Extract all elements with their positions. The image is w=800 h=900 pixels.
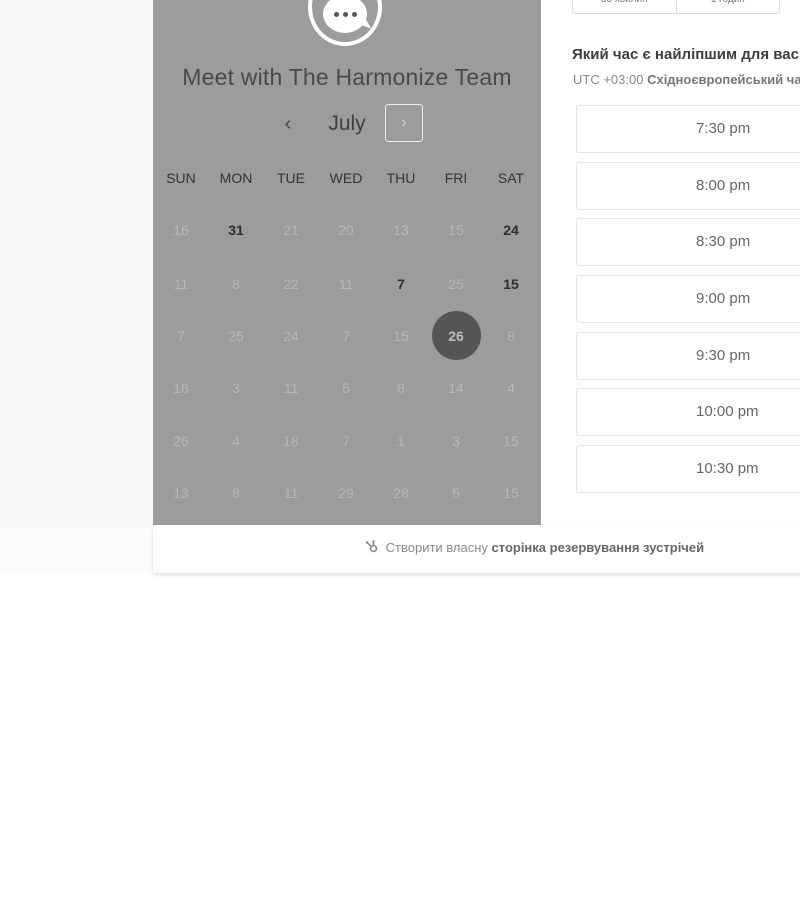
timezone-selector[interactable]: UTC +03:00 Східноєвропейський час (573, 72, 800, 87)
calendar-day: 21 (283, 222, 299, 238)
calendar-day: 8 (507, 328, 515, 344)
calendar-day: 15 (448, 222, 464, 238)
time-slot-button[interactable]: 10:00 pm (576, 388, 800, 436)
meeting-title: Meet with The Harmonize Team (182, 64, 512, 90)
calendar-day: 16 (173, 222, 189, 238)
calendar-day: 8 (232, 485, 240, 501)
calendar-day: 11 (173, 276, 189, 292)
weekday-label: WED (329, 170, 363, 186)
avatar (308, 0, 382, 46)
weekday-label: MON (219, 170, 253, 186)
calendar-day[interactable]: 24 (485, 212, 537, 248)
chat-bubble-icon (323, 0, 372, 34)
calendar-day: 11 (283, 380, 299, 396)
calendar-day: 7 (177, 328, 185, 344)
calendar-week-row: 7 25 24 7 15 26 8 (153, 311, 541, 360)
month-label: July (328, 112, 366, 135)
left-footer-strip (0, 527, 153, 573)
weekday-label: SAT (497, 170, 525, 186)
calendar-day: 8 (397, 380, 405, 396)
calendar-day-number: 26 (448, 328, 464, 344)
calendar-day: 14 (448, 380, 464, 396)
time-slot-button[interactable]: 9:30 pm (576, 332, 800, 380)
weekday-label: SUN (166, 170, 196, 186)
previous-month-button[interactable]: ‹ (276, 110, 300, 138)
booking-info-panel: Meet with The Harmonize Team ‹ July › SU… (153, 0, 541, 525)
calendar-day: 7 (342, 328, 350, 344)
calendar-day: 7 (342, 433, 350, 449)
calendar-day: 13 (393, 222, 409, 238)
calendar-week-row: 26 4 18 7 1 3 15 (153, 423, 541, 459)
calendar-day: 8 (232, 276, 240, 292)
timezone-name: Східноєвропейський час (647, 72, 800, 87)
calendar-week-row: 13 8 11 29 28 5 15 (153, 475, 541, 511)
calendar-day-selected[interactable]: 26 (430, 311, 482, 360)
calendar-week-row: 18 3 11 5 8 14 4 (153, 370, 541, 406)
calendar-week-row: 16 31 21 20 13 15 24 (153, 212, 541, 248)
calendar-day: 15 (503, 433, 519, 449)
calendar-day[interactable]: 15 (485, 266, 537, 302)
calendar-day: 5 (452, 485, 460, 501)
hubspot-sprocket-icon (365, 540, 378, 553)
time-slot-button[interactable]: 8:00 pm (576, 162, 800, 210)
create-booking-page-link[interactable]: Створити власну сторінка резервування зу… (365, 540, 704, 555)
duration-tabs: 30 хвилин1 годин (572, 0, 780, 14)
calendar-day: 3 (452, 433, 460, 449)
calendar-day[interactable]: 7 (375, 266, 427, 302)
calendar-day: 25 (228, 328, 244, 344)
footer: Створити власну сторінка резервування зу… (153, 527, 800, 573)
duration-tab[interactable]: 30 хвилин (573, 0, 676, 13)
calendar-day: 4 (232, 433, 240, 449)
weekday-label: FRI (444, 170, 468, 186)
calendar-day: 3 (232, 380, 240, 396)
calendar-day: 15 (503, 485, 519, 501)
time-slot-button[interactable]: 7:30 pm (576, 105, 800, 153)
calendar-day: 18 (173, 380, 189, 396)
month-navigation: ‹ July › (153, 104, 541, 144)
calendar-day: 4 (507, 380, 515, 396)
calendar-day: 11 (338, 276, 354, 292)
calendar-day: 25 (448, 276, 464, 292)
time-slot-button[interactable]: 9:00 pm (576, 275, 800, 323)
time-slot-button[interactable]: 10:30 pm (576, 445, 800, 493)
weekday-label: TUE (277, 170, 305, 186)
calendar-day: 13 (173, 485, 189, 501)
calendar-day: 28 (393, 485, 409, 501)
calendar-day: 1 (397, 433, 405, 449)
calendar-day: 22 (283, 276, 299, 292)
calendar-day: 29 (338, 485, 354, 501)
weekday-label: THU (386, 170, 416, 186)
calendar-day: 26 (173, 433, 189, 449)
calendar-day: 5 (342, 380, 350, 396)
page-left-background (0, 0, 153, 573)
calendar-day: 18 (283, 433, 299, 449)
footer-link-text: сторінка резервування зустрічей (491, 540, 705, 555)
calendar-day: 15 (393, 328, 409, 344)
time-question: Який час є найліпшим для вас? (572, 46, 800, 63)
next-month-button[interactable]: › (385, 104, 423, 142)
timezone-offset: UTC +03:00 (573, 72, 644, 87)
footer-text: Створити власну (385, 540, 488, 555)
calendar-day: 24 (283, 328, 299, 344)
time-slot-button[interactable]: 8:30 pm (576, 218, 800, 266)
calendar-day: 20 (338, 222, 354, 238)
calendar-day[interactable]: 31 (210, 212, 262, 248)
duration-tab[interactable]: 1 годин (675, 0, 780, 13)
weekday-header-row: SUN MON TUE WED THU FRI SAT (153, 160, 541, 196)
calendar-week-row: 11 8 22 11 7 25 15 (153, 266, 541, 302)
calendar-day: 11 (283, 485, 299, 501)
